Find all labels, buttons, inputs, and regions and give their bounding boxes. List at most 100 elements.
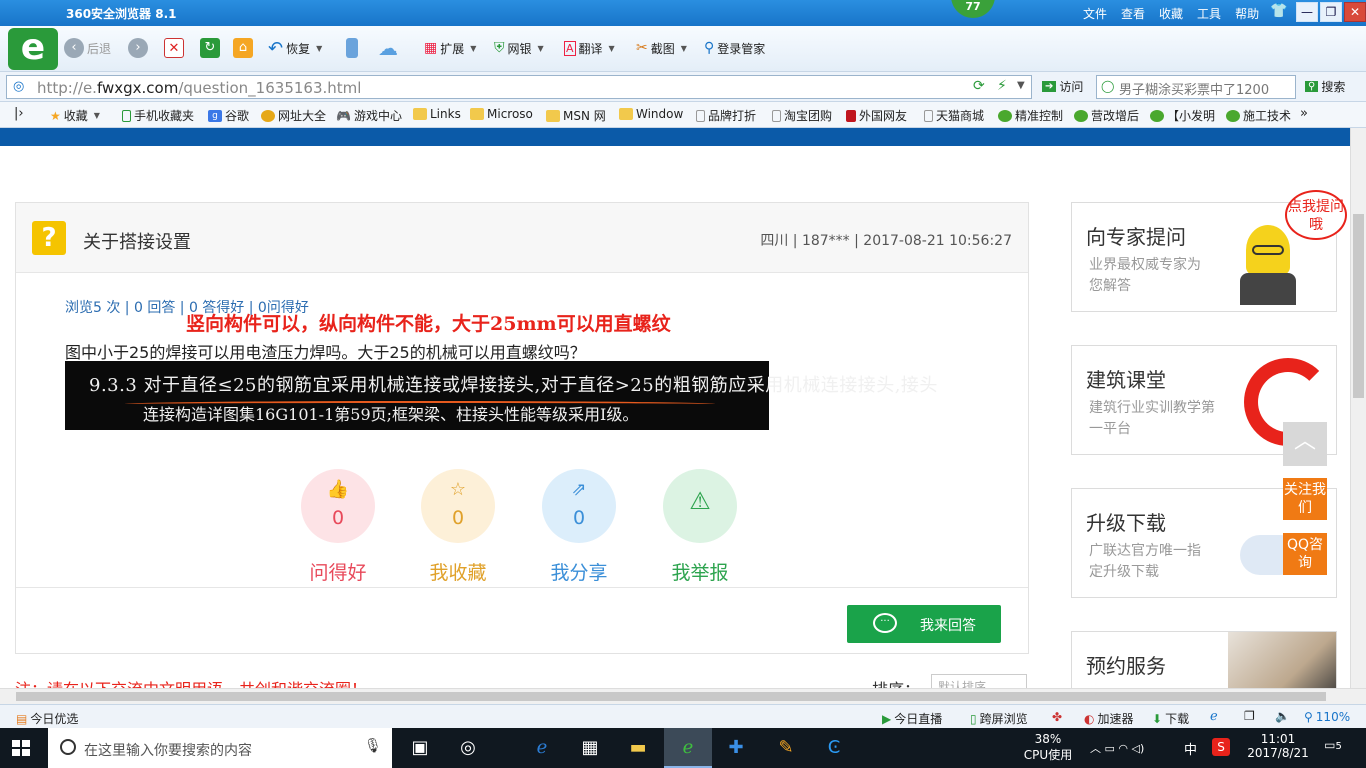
taskbar-c-app-icon[interactable]: Ͼ [810, 728, 858, 768]
refresh-button[interactable]: ↻ [200, 36, 220, 60]
qq-consult-button[interactable]: QQ咨询 [1283, 533, 1327, 575]
sogou-input-icon[interactable]: S [1212, 738, 1230, 756]
bookmark-item[interactable]: 🎮 游戏中心 [336, 107, 402, 124]
back-to-top-button[interactable]: ︿ [1283, 422, 1327, 466]
menu-view[interactable]: 查看 [1121, 5, 1145, 22]
tray-icons[interactable]: ︿ ▭ ◠ ◁) [1090, 740, 1144, 760]
bookmark-item[interactable]: 品牌打折 [696, 107, 756, 124]
search-engine-icon[interactable]: ◯ [1101, 79, 1114, 93]
action-favorite[interactable]: ☆ 0 我收藏 [413, 469, 503, 585]
windows-start-icon[interactable] [12, 740, 30, 756]
restore-button[interactable]: ❐ [1320, 2, 1342, 22]
notes-app-icon[interactable]: ✎ [762, 728, 810, 768]
file-explorer-icon[interactable]: ▬ [614, 728, 662, 768]
key-icon: ⚲ [704, 40, 715, 56]
url-dropdown-icon[interactable]: ▼ [1017, 80, 1025, 91]
mobile-button[interactable] [346, 36, 358, 60]
vertical-scroll-thumb[interactable] [1353, 214, 1364, 398]
search-input[interactable]: 男子糊涂买彩票中了1200 [1096, 75, 1296, 99]
question-image[interactable]: 9.3.3 对于直径≤25的钢筋宜采用机械连接或焊接接头,对于直径>25的粗钢筋… [65, 361, 937, 430]
bookmark-favorites[interactable]: ★ 收藏 ▼ [50, 107, 100, 124]
vertical-scrollbar[interactable] [1350, 128, 1366, 688]
phone-icon [346, 38, 358, 58]
notification-badge[interactable]: 77 [951, 0, 995, 18]
screenshot-label: 截图 [650, 41, 675, 56]
translate-button[interactable]: A 翻译 ▼ [564, 36, 615, 60]
bookmark-item[interactable]: 网址大全 [261, 107, 326, 124]
zoom-level[interactable]: ⚲ 110% [1304, 710, 1350, 724]
sort-select[interactable]: 默认排序 [931, 674, 1027, 688]
menu-help[interactable]: 帮助 [1235, 5, 1259, 22]
taskbar-plus-app-icon[interactable]: ✚ [712, 728, 760, 768]
answer-button[interactable]: ··· 我来回答 [847, 605, 1001, 643]
cloud-button[interactable]: ☁ [378, 36, 398, 60]
search-button[interactable]: ⚲ 搜索 [1305, 78, 1345, 95]
url-field[interactable]: ◎ http://e.fwxgx.com/question_1635163.ht… [6, 75, 1032, 99]
sidebar-card-booking[interactable]: 预约服务 [1071, 631, 1337, 688]
lightning-icon[interactable]: ⚡ [997, 78, 1007, 94]
360-browser-taskbar-icon[interactable]: ℯ [664, 728, 712, 768]
ie-icon[interactable]: ℯ [1210, 709, 1218, 724]
login-manager-button[interactable]: ⚲ 登录管家 [704, 36, 765, 60]
bookmark-item[interactable]: Links [413, 107, 461, 121]
store-icon[interactable]: ▦ [566, 728, 614, 768]
folder-icon [470, 108, 484, 120]
status-live[interactable]: ▶ 今日直播 [882, 710, 942, 727]
ask-me-bubble[interactable]: 点我提问哦 [1285, 190, 1347, 240]
bookmark-item[interactable]: 【小发明 [1150, 107, 1215, 124]
screenshot-button[interactable]: ✂ 截图 ▼ [636, 36, 687, 60]
taskbar-app-icon[interactable]: ◎ [444, 728, 492, 768]
restore-tab-button[interactable]: ↶ 恢复 ▼ [268, 36, 322, 60]
status-download[interactable]: ⬇ 下载 [1152, 710, 1189, 727]
bookmark-item[interactable]: 营改增后 [1074, 107, 1139, 124]
horizontal-scrollbar[interactable] [0, 688, 1366, 704]
bookmark-item[interactable]: 施工技术 [1226, 107, 1291, 124]
stop-button[interactable]: ✕ [164, 36, 184, 60]
skin-shirt-icon[interactable]: 👕 [1270, 3, 1287, 19]
notification-center-icon[interactable]: ▭5 [1322, 738, 1344, 758]
bookmark-item[interactable]: g 谷歌 [208, 107, 249, 124]
follow-us-button[interactable]: 关注我们 [1283, 478, 1327, 520]
action-report[interactable]: ⚠ 我举报 [655, 469, 745, 585]
menu-file[interactable]: 文件 [1083, 5, 1107, 22]
back-button[interactable]: ‹ 后退 [64, 36, 111, 60]
bookmark-item[interactable]: 手机收藏夹 [122, 107, 194, 124]
home-button[interactable]: ⌂ [233, 36, 253, 60]
window-icon[interactable]: ❐ [1244, 709, 1255, 723]
bookmark-item[interactable]: 天猫商城 [924, 107, 984, 124]
status-accelerator[interactable]: ◐ 加速器 [1084, 710, 1134, 727]
visit-button[interactable]: ➔ 访问 [1042, 78, 1083, 95]
login-label: 登录管家 [717, 41, 766, 56]
taskbar-search[interactable]: 在这里输入你要搜索的内容 🎙 [48, 728, 392, 768]
daily-picks[interactable]: ▤ 今日优选 [16, 710, 78, 727]
volume-icon[interactable]: 🔈 [1275, 709, 1290, 723]
bookmark-item[interactable]: 淘宝团购 [772, 107, 832, 124]
clock[interactable]: 11:01 2017/8/21 [1240, 728, 1316, 768]
menu-favorites[interactable]: 收藏 [1159, 5, 1183, 22]
extend-button[interactable]: ▦ 扩展 ▼ [424, 36, 476, 60]
close-button[interactable]: ✕ [1344, 2, 1366, 22]
cpu-monitor[interactable]: 38% CPU使用 [1020, 728, 1076, 768]
bookmark-item[interactable]: 精准控制 [998, 107, 1063, 124]
microphone-icon[interactable]: 🎙 [364, 738, 382, 754]
bookmark-item[interactable]: 外国网友 [846, 107, 907, 124]
action-share[interactable]: ⇗ 0 我分享 [534, 469, 624, 585]
horizontal-scroll-thumb[interactable] [16, 692, 1326, 701]
bookmark-item[interactable]: Microso [470, 107, 533, 121]
forward-button[interactable]: › [128, 36, 148, 60]
speed-mode-icon[interactable]: ⟳ [973, 78, 985, 94]
ime-indicator[interactable]: 中 [1184, 739, 1197, 759]
bank-button[interactable]: ⛨ 网银 ▼ [494, 36, 544, 60]
plugin-icon[interactable]: ✤ [1052, 710, 1062, 724]
browser-logo[interactable]: e [8, 28, 58, 70]
more-bookmarks-icon[interactable]: » [1300, 106, 1308, 121]
menu-tools[interactable]: 工具 [1197, 5, 1221, 22]
edge-browser-icon[interactable]: ℯ [518, 728, 566, 768]
status-cross-screen[interactable]: ▯ 跨屏浏览 [970, 710, 1028, 727]
bookmark-item[interactable]: Window [619, 107, 683, 121]
task-view-icon[interactable]: ▣ [396, 728, 444, 768]
action-good-question[interactable]: 👍 0 问得好 [293, 469, 383, 585]
minimize-button[interactable]: — [1296, 2, 1318, 22]
sidebar-toggle-icon[interactable]: |› [14, 106, 24, 121]
bookmark-item[interactable]: MSN 网 [546, 107, 606, 124]
